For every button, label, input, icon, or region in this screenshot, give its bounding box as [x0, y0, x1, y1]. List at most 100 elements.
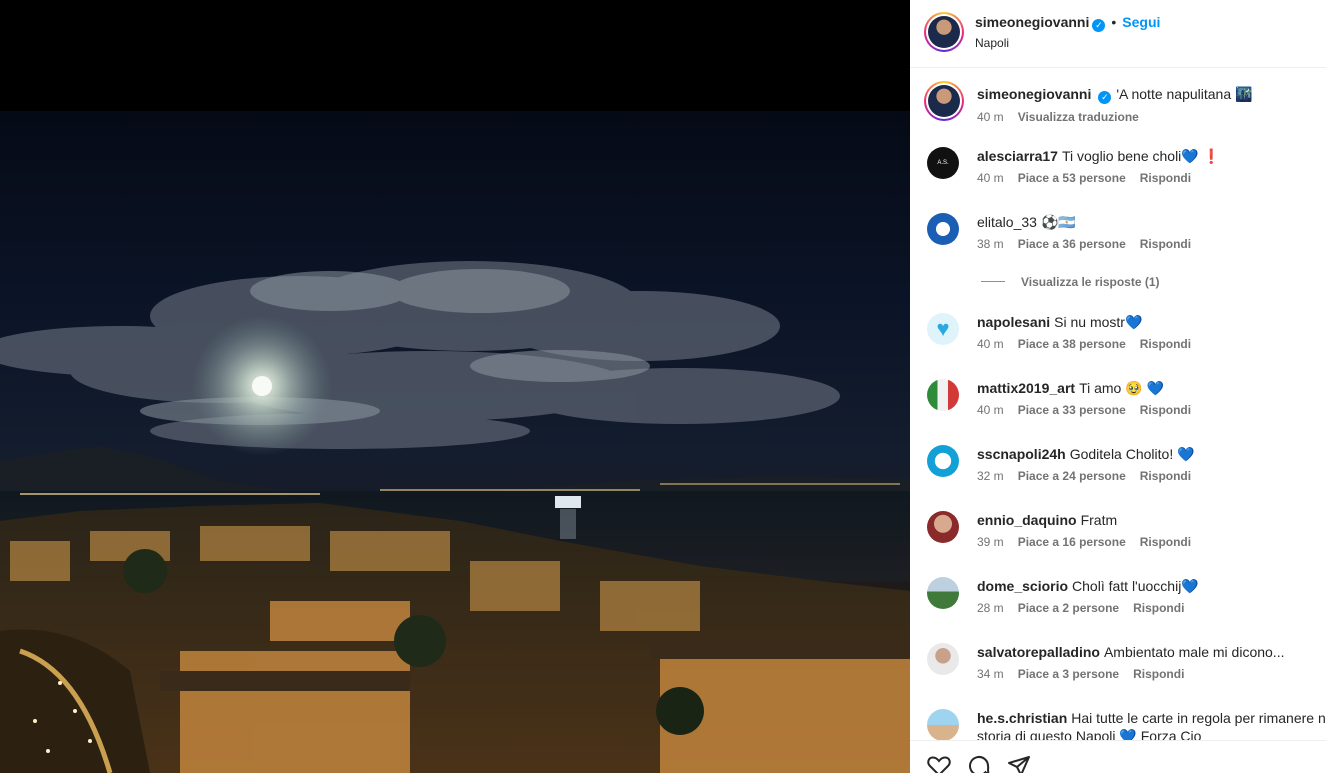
comment-item: sscnapoli24h Goditela Cholito! 💙 32 m Piac…: [910, 445, 1326, 509]
reply-button[interactable]: Rispondi: [1140, 535, 1191, 549]
comment-item: he.s.christian Hai tutte le carte in rego…: [910, 709, 1326, 740]
reply-button[interactable]: Rispondi: [1133, 667, 1184, 681]
comment-time[interactable]: 40 m: [977, 337, 1004, 351]
follow-button[interactable]: Segui: [1122, 14, 1160, 30]
blue-heart-emoji: 💙: [1146, 380, 1164, 396]
caption-username[interactable]: simeonegiovanni: [977, 86, 1091, 102]
blue-heart-emoji: 💙: [1181, 578, 1199, 594]
reply-button[interactable]: Rispondi: [1140, 403, 1191, 417]
caption-time[interactable]: 40 m: [977, 110, 1004, 124]
comment-avatar[interactable]: [927, 445, 959, 477]
comment-avatar[interactable]: [927, 643, 959, 675]
comment-item: ennio_daquino Fratm 39 m Piace a 16 person…: [910, 511, 1326, 575]
blue-heart-emoji: 💙: [1124, 314, 1143, 330]
comment-text: Ti amo 🥹: [1079, 380, 1143, 396]
comment-item: ♥ napolesani Si nu mostr💙 40 m Piace a 38 …: [910, 313, 1326, 377]
comment-likes[interactable]: Piace a 2 persone: [1018, 601, 1119, 615]
comment-meta: 40 m Piace a 38 persone Rispondi: [977, 337, 1205, 351]
comment-likes[interactable]: Piace a 53 persone: [1018, 171, 1126, 185]
separator-dot: •: [1111, 14, 1117, 30]
reply-button[interactable]: Rispondi: [1140, 337, 1191, 351]
comment-time[interactable]: 34 m: [977, 667, 1004, 681]
comment-likes[interactable]: Piace a 33 persone: [1018, 403, 1126, 417]
comment-text: Cholì fatt l'uocchij: [1072, 578, 1182, 594]
comment-time[interactable]: 40 m: [977, 171, 1004, 185]
reply-button[interactable]: Rispondi: [1133, 601, 1184, 615]
comment-likes[interactable]: Piace a 24 persone: [1018, 469, 1126, 483]
comment-username[interactable]: napolesani: [977, 314, 1050, 330]
naples-night-photo: [0, 261, 910, 773]
author-avatar[interactable]: [924, 12, 964, 52]
heart-icon[interactable]: [927, 755, 951, 773]
comment-avatar[interactable]: [927, 511, 959, 543]
comment-meta: 40 m Piace a 53 persone Rispondi: [977, 171, 1205, 185]
comment-avatar[interactable]: ♥: [927, 313, 959, 345]
author-username[interactable]: simeonegiovanni: [975, 14, 1089, 30]
comment-username[interactable]: elitalo_33: [977, 214, 1037, 230]
verified-icon: ✓: [1098, 91, 1112, 104]
comment-username[interactable]: he.s.christian: [977, 710, 1067, 726]
post-action-bar: [910, 740, 1326, 773]
comment-meta: 39 m Piace a 16 persone Rispondi: [977, 535, 1205, 549]
comment-avatar[interactable]: [927, 379, 959, 411]
view-replies-label: Visualizza le risposte (1): [1021, 275, 1160, 289]
comment-username[interactable]: mattix2019_art: [977, 380, 1075, 396]
reply-button[interactable]: Rispondi: [1140, 171, 1191, 185]
comment-item: A.S. alesciarra17 Ti voglio bene choli💙 ❗…: [910, 147, 1326, 211]
comment-username[interactable]: salvatorepalladino: [977, 644, 1100, 660]
post-location[interactable]: Napoli: [975, 36, 1009, 50]
reply-button[interactable]: Rispondi: [1140, 469, 1191, 483]
header-title-row: simeonegiovanni ✓ • Segui: [975, 14, 1160, 32]
comment-text-row: ennio_daquino Fratm: [977, 511, 1117, 529]
comment-text: Ambientato male mi dicono...: [1103, 644, 1285, 660]
comment-meta: 32 m Piace a 24 persone Rispondi: [977, 469, 1205, 483]
view-replies-button[interactable]: Visualizza le risposte (1): [981, 275, 1160, 289]
comment-time[interactable]: 32 m: [977, 469, 1004, 483]
caption-text-row: simeonegiovanni ✓ 'A notte napulitana 🌃: [977, 85, 1252, 104]
comment-time[interactable]: 40 m: [977, 403, 1004, 417]
comment-time[interactable]: 39 m: [977, 535, 1004, 549]
comment-time[interactable]: 28 m: [977, 601, 1004, 615]
post-side-panel: simeonegiovanni ✓ • Segui Napoli simeonegio…: [910, 0, 1326, 773]
post-media-area: [0, 0, 910, 773]
comment-text: Ti voglio bene choli: [1061, 148, 1182, 164]
comment-text: Si nu mostr: [1054, 314, 1125, 330]
comment-text: ⚽🇦🇷: [1040, 214, 1076, 230]
comment-likes[interactable]: Piace a 16 persone: [1018, 535, 1126, 549]
share-icon[interactable]: [1007, 755, 1031, 773]
replies-divider: [981, 281, 1005, 282]
caption-avatar[interactable]: [924, 81, 964, 121]
comment-username[interactable]: alesciarra17: [977, 148, 1058, 164]
reply-button[interactable]: Rispondi: [1140, 237, 1191, 251]
post-photo[interactable]: [0, 111, 910, 773]
post-header: simeonegiovanni ✓ • Segui Napoli: [910, 0, 1326, 68]
comments-list[interactable]: simeonegiovanni ✓ 'A notte napulitana 🌃 40…: [910, 69, 1326, 740]
comment-text: Fratm: [1080, 512, 1118, 528]
comment-username[interactable]: ennio_daquino: [977, 512, 1077, 528]
comment-time[interactable]: 38 m: [977, 237, 1004, 251]
comment-username[interactable]: sscnapoli24h: [977, 446, 1066, 462]
comment-likes[interactable]: Piace a 3 persone: [1018, 667, 1119, 681]
comment-meta: 34 m Piace a 3 persone Rispondi: [977, 667, 1198, 681]
comment-avatar[interactable]: [927, 577, 959, 609]
blue-heart-emoji: 💙: [1177, 446, 1195, 462]
comment-item: elitalo_33 ⚽🇦🇷 38 m Piace a 36 persone Risp…: [910, 213, 1326, 277]
comment-text-row: alesciarra17 Ti voglio bene choli💙 ❗: [977, 147, 1220, 165]
comment-avatar[interactable]: A.S.: [927, 147, 959, 179]
comment-item: dome_sciorio Cholì fatt l'uocchij💙 28 m Pi…: [910, 577, 1326, 641]
caption-meta: 40 m Visualizza traduzione: [977, 110, 1153, 124]
comment-avatar[interactable]: [927, 709, 959, 740]
comment-text-row: dome_sciorio Cholì fatt l'uocchij💙: [977, 577, 1199, 595]
comment-meta: 38 m Piace a 36 persone Rispondi: [977, 237, 1205, 251]
comment-likes[interactable]: Piace a 36 persone: [1018, 237, 1126, 251]
translate-link[interactable]: Visualizza traduzione: [1018, 110, 1139, 124]
comment-username[interactable]: dome_sciorio: [977, 578, 1068, 594]
comment-likes[interactable]: Piace a 38 persone: [1018, 337, 1126, 351]
comment-avatar[interactable]: [927, 213, 959, 245]
comment-icon[interactable]: [967, 755, 991, 773]
comment-text-row: sscnapoli24h Goditela Cholito! 💙: [977, 445, 1195, 463]
comment-text: Goditela Cholito!: [1069, 446, 1174, 462]
comment-meta: 40 m Piace a 33 persone Rispondi: [977, 403, 1205, 417]
comment-text-row: mattix2019_art Ti amo 🥹 💙: [977, 379, 1164, 397]
comment-item: mattix2019_art Ti amo 🥹 💙 40 m Piace a 33 …: [910, 379, 1326, 443]
